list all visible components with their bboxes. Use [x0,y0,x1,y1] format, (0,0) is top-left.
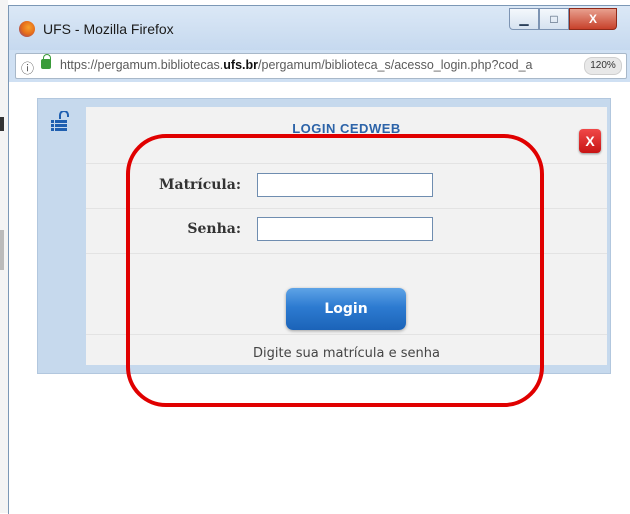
firefox-icon [19,21,35,37]
url-domain: ufs.br [223,58,259,72]
login-button[interactable]: Login [286,288,406,330]
senha-label: Senha: [187,221,241,237]
minimize-button[interactable]: ▁ [509,8,539,30]
matricula-input[interactable] [257,173,433,197]
browser-window: UFS - Mozilla Firefox ▁ □ X ⓘ https://pe… [8,5,630,514]
address-bar[interactable]: ⓘ https://pergamum.bibliotecas.ufs.br/pe… [15,53,627,79]
maximize-button[interactable]: □ [539,8,569,30]
zoom-indicator[interactable]: 120% [584,57,622,75]
url-text[interactable]: https://pergamum.bibliotecas.ufs.br/perg… [60,58,560,72]
background-window-edge [0,0,8,513]
background-artifact [0,117,4,131]
login-title: LOGIN CEDWEB [292,121,401,136]
unlock-icon [51,111,69,131]
background-artifact [0,230,4,270]
url-suffix: /pergamum/biblioteca_s/acesso_login.php?… [258,58,533,72]
login-panel: LOGIN CEDWEB X Matrícula: Senha: Login D… [37,98,611,374]
senha-input[interactable] [257,217,433,241]
login-form: LOGIN CEDWEB X Matrícula: Senha: Login D… [86,107,607,365]
window-controls: ▁ □ X [509,8,617,30]
close-window-button[interactable]: X [569,8,617,30]
page-content: LOGIN CEDWEB X Matrícula: Senha: Login D… [9,82,630,514]
info-icon[interactable]: ⓘ [21,58,34,77]
lock-icon[interactable] [41,54,51,69]
url-prefix: https://pergamum.bibliotecas. [60,58,224,72]
login-hint: Digite sua matrícula e senha [253,346,440,361]
matricula-label: Matrícula: [159,177,241,193]
close-dialog-button[interactable]: X [579,129,601,153]
window-title: UFS - Mozilla Firefox [43,21,174,37]
title-bar[interactable]: UFS - Mozilla Firefox ▁ □ X [9,6,630,50]
